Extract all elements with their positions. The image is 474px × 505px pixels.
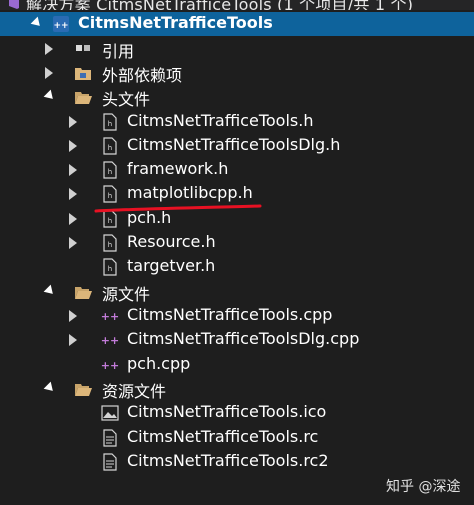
collapsed-arrow-icon[interactable] xyxy=(69,310,77,322)
file-resource[interactable]: CitmsNetTrafficeTools.rc xyxy=(0,426,474,450)
file-label: CitmsNetTrafficeTools.rc xyxy=(127,427,319,446)
expand-arrow-icon[interactable] xyxy=(43,89,57,103)
file-label: CitmsNetTrafficeTools.cpp xyxy=(127,305,333,324)
file-label: matplotlibcpp.h xyxy=(127,183,253,202)
header-file-icon: h xyxy=(103,113,117,131)
open-folder-icon xyxy=(75,287,92,299)
svg-text:++: ++ xyxy=(53,21,68,31)
file-label: CitmsNetTrafficeTools.ico xyxy=(127,402,327,421)
folder-label: 头文件 xyxy=(102,90,151,109)
file-header[interactable]: h framework.h xyxy=(0,158,474,182)
folder-external-dependencies[interactable]: 外部依赖项 xyxy=(0,61,474,85)
file-source[interactable]: ++ CitmsNetTrafficeToolsDlg.cpp xyxy=(0,328,474,352)
cpp-file-icon: ++ xyxy=(101,334,119,347)
folder-label: 资源文件 xyxy=(102,382,167,401)
file-header[interactable]: h CitmsNetTrafficeTools.h xyxy=(0,110,474,134)
expand-arrow-icon[interactable] xyxy=(43,381,57,395)
image-file-icon xyxy=(101,405,119,421)
file-header[interactable]: h CitmsNetTrafficeToolsDlg.h xyxy=(0,134,474,158)
resource-script-icon xyxy=(103,429,117,447)
open-folder-icon xyxy=(75,92,92,104)
svg-text:h: h xyxy=(108,241,112,249)
watermark: 知乎 @深途 xyxy=(386,479,461,495)
file-header[interactable]: h targetver.h xyxy=(0,255,474,279)
collapsed-arrow-icon[interactable] xyxy=(69,213,77,225)
file-source[interactable]: ++ CitmsNetTrafficeTools.cpp xyxy=(0,304,474,328)
file-label: CitmsNetTrafficeToolsDlg.h xyxy=(127,135,341,154)
svg-text:h: h xyxy=(108,120,112,128)
header-file-icon: h xyxy=(103,161,117,179)
svg-text:++: ++ xyxy=(101,359,119,372)
file-label: targetver.h xyxy=(127,256,216,275)
collapsed-arrow-icon[interactable] xyxy=(69,164,77,176)
solution-header[interactable]: 解决方案 CitmsNetTrafficeTools (1 个项目/共 1 个) xyxy=(0,0,474,10)
references-icon xyxy=(76,45,90,51)
file-header[interactable]: h Resource.h xyxy=(0,231,474,255)
file-label: framework.h xyxy=(127,159,229,178)
file-source[interactable]: ++ pch.cpp xyxy=(0,353,474,377)
header-file-icon: h xyxy=(103,234,117,252)
collapsed-arrow-icon[interactable] xyxy=(69,140,77,152)
folder-label: 源文件 xyxy=(102,285,151,304)
resource-script-icon xyxy=(103,453,117,471)
file-label: CitmsNetTrafficeTools.h xyxy=(127,111,314,130)
svg-text:h: h xyxy=(108,192,112,200)
svg-text:++: ++ xyxy=(101,334,119,347)
solution-title: 解决方案 CitmsNetTrafficeTools (1 个项目/共 1 个) xyxy=(26,0,414,10)
svg-text:++: ++ xyxy=(101,310,119,323)
red-underline-annotation xyxy=(94,204,262,213)
collapsed-arrow-icon[interactable] xyxy=(69,237,77,249)
svg-text:h: h xyxy=(108,265,112,273)
folder-icon xyxy=(75,68,91,80)
collapsed-arrow-icon[interactable] xyxy=(69,188,77,200)
folder-source-files[interactable]: 源文件 xyxy=(0,280,474,304)
folder-label: 引用 xyxy=(102,42,135,61)
collapsed-arrow-icon[interactable] xyxy=(45,43,53,55)
svg-text:h: h xyxy=(108,168,112,176)
file-label: pch.cpp xyxy=(127,354,191,373)
file-resource[interactable]: CitmsNetTrafficeTools.ico xyxy=(0,401,474,425)
open-folder-icon xyxy=(75,384,92,396)
project-node[interactable]: ++ CitmsNetTrafficeTools xyxy=(0,12,474,36)
file-label: CitmsNetTrafficeToolsDlg.cpp xyxy=(127,329,360,348)
folder-resource-files[interactable]: 资源文件 xyxy=(0,377,474,401)
file-label: Resource.h xyxy=(127,232,216,251)
header-file-icon: h xyxy=(103,137,117,155)
file-resource[interactable]: CitmsNetTrafficeTools.rc2 xyxy=(0,450,474,474)
cpp-file-icon: ++ xyxy=(101,310,119,323)
folder-header-files[interactable]: 头文件 xyxy=(0,85,474,109)
folder-references[interactable]: 引用 xyxy=(0,37,474,61)
header-file-icon: h xyxy=(103,185,117,203)
expand-arrow-icon[interactable] xyxy=(30,16,44,30)
file-label: CitmsNetTrafficeTools.rc2 xyxy=(127,451,329,470)
expand-arrow-icon[interactable] xyxy=(43,284,57,298)
svg-text:h: h xyxy=(108,217,112,225)
collapsed-arrow-icon[interactable] xyxy=(69,334,77,346)
folder-label: 外部依赖项 xyxy=(102,66,183,85)
cpp-file-icon: ++ xyxy=(101,359,119,372)
svg-text:h: h xyxy=(108,144,112,152)
collapsed-arrow-icon[interactable] xyxy=(45,67,53,79)
header-file-icon: h xyxy=(103,258,117,276)
project-name: CitmsNetTrafficeTools xyxy=(78,13,273,32)
visual-studio-icon xyxy=(9,0,19,9)
cpp-project-icon: ++ xyxy=(53,16,69,32)
collapsed-arrow-icon[interactable] xyxy=(69,116,77,128)
